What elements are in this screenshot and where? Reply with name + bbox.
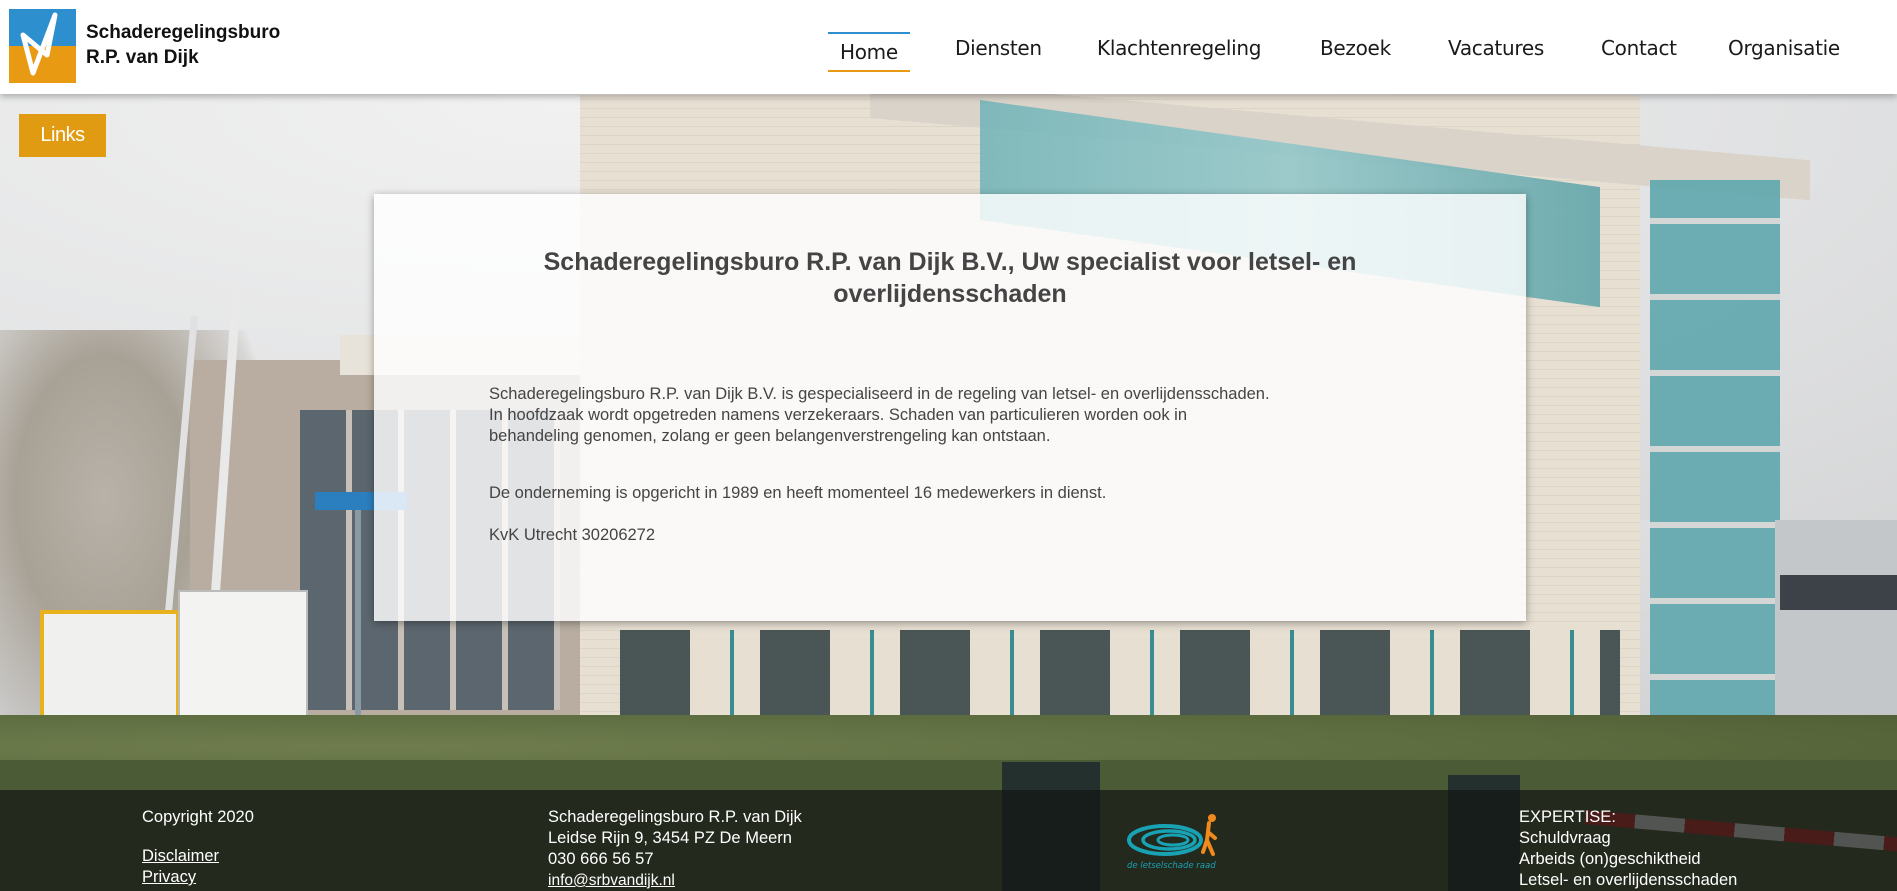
nav-organisatie[interactable]: Organisatie (1728, 28, 1840, 68)
intro-paragraph: Schaderegelingsburo R.P. van Dijk B.V. i… (489, 384, 1369, 447)
footer-street: Leidse Rijn 9, 3454 PZ De Meern (548, 829, 792, 847)
nav-klachtenregeling[interactable]: Klachtenregeling (1097, 28, 1262, 68)
nav-diensten[interactable]: Diensten (955, 28, 1042, 68)
nav-contact[interactable]: Contact (1601, 28, 1677, 68)
nav-vacatures-label: Vacatures (1448, 36, 1544, 60)
nav-vacatures[interactable]: Vacatures (1448, 28, 1544, 68)
intro-line-3: behandeling genomen, zolang er geen bela… (489, 427, 1051, 445)
nav-diensten-label: Diensten (955, 36, 1042, 60)
nav-home-label: Home (840, 40, 898, 64)
expertise-item: Schuldvraag (1519, 829, 1611, 847)
nav-organisatie-label: Organisatie (1728, 36, 1840, 60)
disclaimer-link[interactable]: Disclaimer (142, 846, 254, 867)
footer-expertise: EXPERTISE: Schuldvraag Arbeids (on)gesch… (1519, 807, 1737, 891)
page-title-line1: Schaderegelingsburo R.P. van Dijk B.V., … (543, 248, 1357, 276)
intro-card: Schaderegelingsburo R.P. van Dijk B.V., … (374, 194, 1526, 621)
site-header: Schaderegelingsburo R.P. van Dijk Home D… (0, 0, 1897, 94)
expertise-item: Arbeids (on)geschiktheid (1519, 850, 1701, 868)
copyright-text: Copyright 2020 (142, 808, 254, 826)
page-title-line2: overlijdensschaden (833, 280, 1067, 308)
footer-address: Schaderegelingsburo R.P. van Dijk Leidse… (548, 807, 802, 891)
nav-contact-label: Contact (1601, 36, 1677, 60)
expertise-heading: EXPERTISE: (1519, 808, 1616, 826)
nav-klachtenregeling-label: Klachtenregeling (1097, 36, 1262, 60)
nav-bezoek[interactable]: Bezoek (1320, 28, 1391, 68)
founded-paragraph: De onderneming is opgericht in 1989 en h… (489, 484, 1107, 502)
footer-company-name: Schaderegelingsburo R.P. van Dijk (548, 808, 802, 826)
kvk-number: KvK Utrecht 30206272 (489, 526, 656, 544)
page-title: Schaderegelingsburo R.P. van Dijk B.V., … (374, 246, 1526, 310)
intro-line-1: Schaderegelingsburo R.P. van Dijk B.V. i… (489, 385, 1270, 403)
expertise-item: Letsel- en overlijdensschaden (1519, 871, 1738, 889)
links-button[interactable]: Links (19, 114, 106, 157)
nav-home[interactable]: Home (828, 32, 910, 72)
main-nav: Home Diensten Klachtenregeling Bezoek Va… (0, 28, 1897, 72)
nav-bezoek-label: Bezoek (1320, 36, 1391, 60)
privacy-link[interactable]: Privacy (142, 867, 254, 888)
letselschade-raad-badge[interactable]: de letselschade raad (1125, 810, 1220, 871)
site-footer: Copyright 2020 Disclaimer Privacy Schade… (0, 790, 1897, 891)
letselschade-raad-label: de letselschade raad (1127, 861, 1216, 871)
footer-phone: 030 666 56 57 (548, 850, 654, 868)
footer-email-link[interactable]: info@srbvandijk.nl (548, 870, 802, 891)
intro-line-2: In hoofdzaak wordt opgetreden namens ver… (489, 406, 1188, 424)
footer-legal: Copyright 2020 Disclaimer Privacy (142, 807, 254, 888)
